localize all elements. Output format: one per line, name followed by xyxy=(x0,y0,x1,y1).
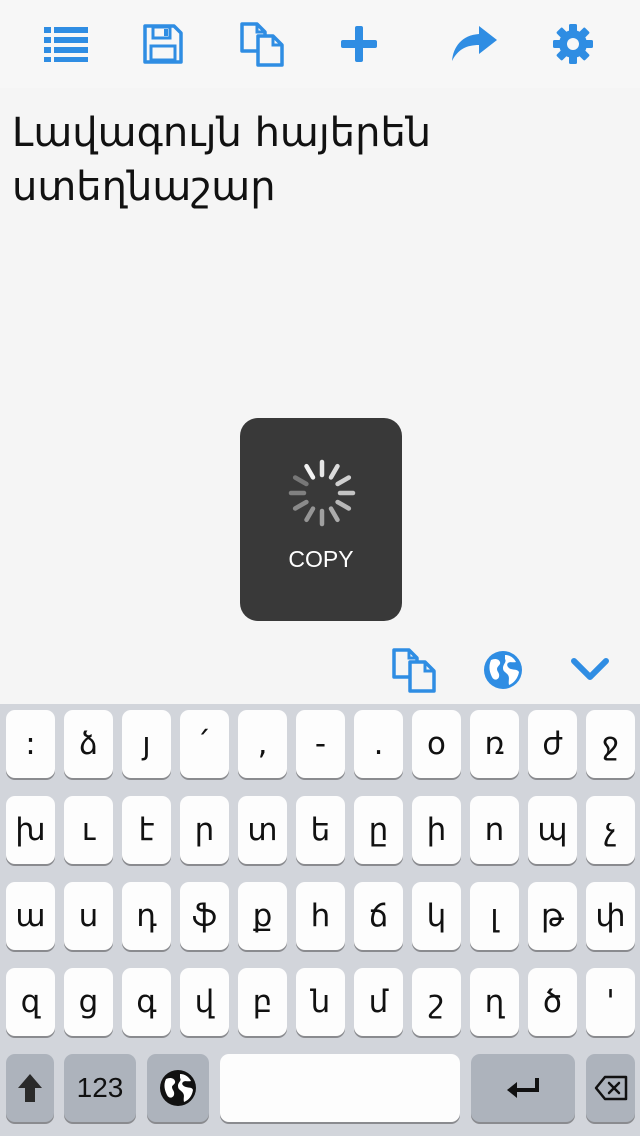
key[interactable]: ւ xyxy=(64,796,113,864)
chevron-down-icon xyxy=(571,658,609,680)
numbers-key[interactable]: 123 xyxy=(64,1054,136,1122)
key[interactable]: ա xyxy=(6,882,55,950)
keyboard-row-3: ա ս դ ֆ ք հ ճ կ լ թ փ xyxy=(0,882,640,952)
key[interactable]: դ xyxy=(122,882,171,950)
key[interactable]: գ xyxy=(122,968,171,1036)
key[interactable]: տ xyxy=(238,796,287,864)
key[interactable]: ծ xyxy=(528,968,577,1036)
key[interactable]: ը xyxy=(354,796,403,864)
key[interactable]: յ xyxy=(122,710,171,778)
globe-icon xyxy=(484,651,522,689)
hide-keyboard-button[interactable] xyxy=(564,644,616,696)
key[interactable]: ժ xyxy=(528,710,577,778)
copy-hud xyxy=(240,418,402,621)
accessory-globe-button[interactable] xyxy=(477,644,529,696)
key[interactable]: - xyxy=(296,710,345,778)
key[interactable]: չ xyxy=(586,796,635,864)
space-key[interactable] xyxy=(220,1054,460,1122)
key[interactable]: մ xyxy=(354,968,403,1036)
key[interactable]: ր xyxy=(180,796,229,864)
key[interactable]: օ xyxy=(412,710,461,778)
backspace-key[interactable] xyxy=(586,1054,635,1122)
save-button[interactable] xyxy=(137,18,189,70)
key[interactable]: հ xyxy=(296,882,345,950)
key[interactable]: զ xyxy=(6,968,55,1036)
list-button[interactable] xyxy=(40,18,92,70)
key[interactable]: պ xyxy=(528,796,577,864)
key[interactable]: ճ xyxy=(354,882,403,950)
add-button[interactable] xyxy=(333,18,385,70)
settings-button[interactable] xyxy=(547,18,599,70)
globe-icon xyxy=(160,1070,196,1106)
key[interactable]: շ xyxy=(412,968,461,1036)
shift-icon xyxy=(18,1074,42,1102)
key[interactable]: ՛ xyxy=(180,710,229,778)
spinner-icon xyxy=(288,459,356,527)
key[interactable]: ' xyxy=(586,968,635,1036)
key[interactable]: ս xyxy=(64,882,113,950)
key[interactable]: ձ xyxy=(64,710,113,778)
keyboard-row-bottom: 123 xyxy=(0,1054,640,1124)
key[interactable]: է xyxy=(122,796,171,864)
editor-text[interactable]: Լավագույն հայերեն ստեղնաշար xyxy=(12,106,612,214)
key[interactable]: թ xyxy=(528,882,577,950)
save-icon xyxy=(143,24,183,64)
keyboard-row-1: : ձ յ ՛ , - . օ ռ ժ ջ xyxy=(0,710,640,780)
key[interactable]: կ xyxy=(412,882,461,950)
hud-label: COPY xyxy=(288,546,354,572)
backspace-icon xyxy=(594,1075,627,1101)
key[interactable]: . xyxy=(354,710,403,778)
return-key[interactable] xyxy=(471,1054,575,1122)
key[interactable]: ն xyxy=(296,968,345,1036)
list-icon xyxy=(44,27,88,62)
gear-icon xyxy=(553,24,593,64)
key[interactable]: բ xyxy=(238,968,287,1036)
copy-icon xyxy=(392,648,436,693)
top-toolbar xyxy=(0,0,640,88)
key[interactable]: ց xyxy=(64,968,113,1036)
armenian-keyboard: : ձ յ ՛ , - . օ ռ ժ ջ խ ւ է ր տ ե ը ի ո … xyxy=(0,704,640,1136)
key[interactable]: ո xyxy=(470,796,519,864)
keyboard-row-2: խ ւ է ր տ ե ը ի ո պ չ xyxy=(0,796,640,866)
return-icon xyxy=(507,1078,539,1098)
shift-key[interactable] xyxy=(6,1054,54,1122)
keyboard-accessory-bar xyxy=(0,636,640,704)
key[interactable]: ք xyxy=(238,882,287,950)
key[interactable]: , xyxy=(238,710,287,778)
keyboard-row-4: զ ց գ վ բ ն մ շ ղ ծ ' xyxy=(0,968,640,1038)
plus-icon xyxy=(341,26,377,62)
key[interactable]: : xyxy=(6,710,55,778)
key[interactable]: ջ xyxy=(586,710,635,778)
share-icon xyxy=(452,26,497,61)
copy-button[interactable] xyxy=(236,18,288,70)
key[interactable]: ի xyxy=(412,796,461,864)
key[interactable]: վ xyxy=(180,968,229,1036)
key[interactable]: խ xyxy=(6,796,55,864)
globe-key[interactable] xyxy=(147,1054,209,1122)
key[interactable]: ե xyxy=(296,796,345,864)
key[interactable]: ռ xyxy=(470,710,519,778)
copy-icon xyxy=(240,22,284,67)
key[interactable]: փ xyxy=(586,882,635,950)
key[interactable]: ղ xyxy=(470,968,519,1036)
key[interactable]: ֆ xyxy=(180,882,229,950)
accessory-copy-button[interactable] xyxy=(388,644,440,696)
key[interactable]: լ xyxy=(470,882,519,950)
share-button[interactable] xyxy=(448,18,500,70)
